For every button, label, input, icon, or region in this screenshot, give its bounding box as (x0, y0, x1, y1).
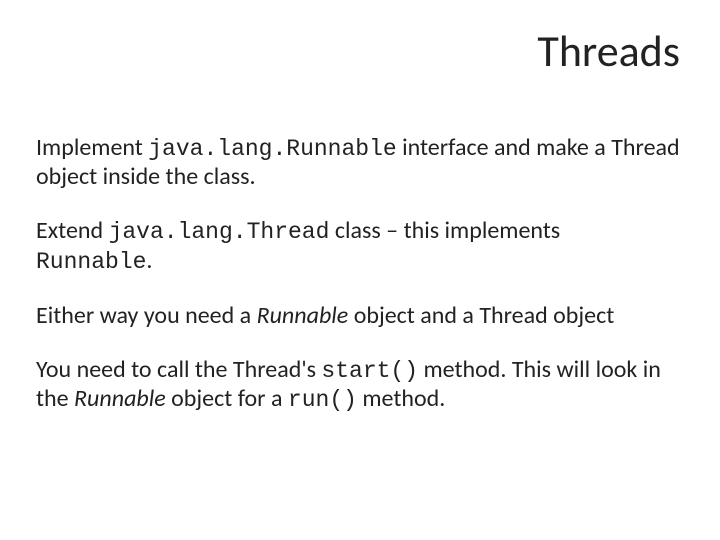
code-start: start() (321, 358, 418, 384)
text: object and a Thread object (348, 301, 614, 330)
code-thread-fqn: java.lang.Thread (109, 219, 330, 245)
text: Implement (36, 133, 148, 162)
code-runnable-fqn: java.lang.Runnable (148, 136, 396, 162)
paragraph-3: Either way you need a Runnable object an… (36, 302, 680, 330)
paragraph-2: Extend java.lang.Thread class – this imp… (36, 217, 680, 275)
paragraph-4: You need to call the Thread's start() me… (36, 356, 680, 414)
text: Extend (36, 216, 109, 245)
text: . (146, 246, 152, 275)
code-runnable: Runnable (36, 249, 146, 275)
slide-body: Implement java.lang.Runnable interface a… (36, 134, 680, 414)
text: class – this implements (329, 216, 560, 245)
text: You need to call the Thread's (36, 355, 321, 384)
text: Either way you need a (36, 301, 257, 330)
code-run: run() (288, 387, 357, 413)
text: method. (357, 384, 445, 413)
italic-runnable: Runnable (74, 384, 166, 413)
paragraph-1: Implement java.lang.Runnable interface a… (36, 134, 680, 191)
text: object for a (166, 384, 288, 413)
slide: Threads Implement java.lang.Runnable int… (0, 0, 720, 540)
italic-runnable: Runnable (257, 301, 349, 330)
slide-title: Threads (36, 24, 680, 78)
